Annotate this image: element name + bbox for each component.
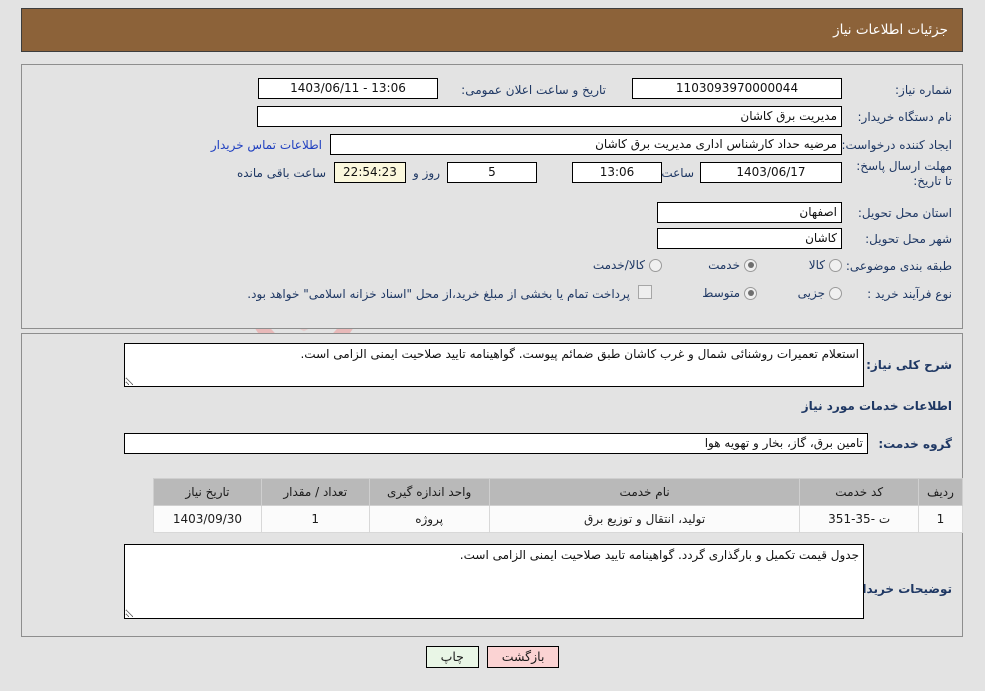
purchase-type-option-jozii[interactable]: جزیی [798, 284, 842, 302]
th-service-code: کد خدمت [799, 478, 919, 506]
need-number-label: شماره نیاز: [895, 83, 952, 97]
th-need-date: تاریخ نیاز [153, 478, 262, 506]
general-description-label: شرح کلی نیاز: [866, 358, 952, 372]
purchase-type-option-motavaset[interactable]: متوسط [702, 284, 757, 302]
th-row: ردیف [917, 478, 964, 506]
province-value: اصفهان [657, 202, 842, 223]
deadline-hour-label: ساعت [661, 166, 694, 180]
deadline-label: مهلت ارسال پاسخ: تا تاریخ: [856, 159, 952, 188]
radio-kala-icon[interactable] [829, 258, 842, 272]
purchase-type-option-motavaset-label: متوسط [702, 286, 740, 300]
radio-motavaset-icon[interactable] [744, 286, 757, 300]
deadline-days-value: 5 [447, 162, 537, 183]
th-unit: واحد اندازه گیری [368, 478, 490, 506]
province-label: استان محل تحویل: [857, 206, 952, 220]
need-summary-panel: شماره نیاز: 1103093970000044 تاریخ و ساع… [21, 64, 963, 329]
requester-value: مرضیه حداد کارشناس اداری مدیریت برق کاشا… [330, 134, 842, 155]
th-quantity: تعداد / مقدار [260, 478, 370, 506]
treasury-docs-note: پرداخت تمام یا بخشی از مبلغ خرید،از محل … [247, 287, 630, 301]
general-description-textarea[interactable] [124, 343, 864, 387]
purchase-type-option-jozii-label: جزیی [797, 286, 825, 300]
cell-service-name: تولید، انتقال و توزیع برق [488, 505, 801, 533]
buyer-notes-textarea[interactable] [124, 544, 864, 619]
category-option-kala-khedmat-label: کالا/خدمت [592, 258, 645, 272]
radio-kala-khedmat-icon[interactable] [649, 258, 662, 272]
announce-datetime-value: 13:06 - 1403/06/11 [258, 78, 438, 99]
service-group-label: گروه خدمت: [878, 437, 952, 451]
category-option-kala-label: کالا [808, 258, 825, 272]
th-service-name: نام خدمت [488, 478, 801, 506]
deadline-days-label: روز و [413, 166, 440, 180]
print-button[interactable]: چاپ [425, 646, 479, 668]
page-title: جزئیات اطلاعات نیاز [833, 22, 948, 38]
page-header-bar: جزئیات اطلاعات نیاز [21, 8, 963, 52]
cell-service-code: ت -35-351 [799, 505, 919, 533]
buyer-contact-link[interactable]: اطلاعات تماس خریدار [211, 138, 322, 152]
category-option-khedmat[interactable]: خدمت [708, 256, 757, 274]
cell-need-date: 1403/09/30 [153, 505, 262, 533]
treasury-docs-checkbox[interactable] [638, 285, 652, 299]
table-row: 1 ت -35-351 تولید، انتقال و توزیع برق پر… [153, 505, 964, 533]
need-number-value: 1103093970000044 [632, 78, 842, 99]
buyer-org-label: نام دستگاه خریدار: [857, 110, 953, 124]
cell-quantity: 1 [260, 505, 370, 533]
deadline-date-value: 1403/06/17 [700, 162, 842, 183]
deadline-time-value: 13:06 [572, 162, 662, 183]
deadline-remaining-value: 22:54:23 [334, 162, 406, 183]
category-label: طبقه بندی موضوعی: [845, 259, 952, 273]
category-option-kala-khedmat[interactable]: کالا/خدمت [593, 256, 662, 274]
buyer-notes-label: توضیحات خریدار: [850, 582, 952, 596]
back-button[interactable]: بازگشت [486, 646, 560, 668]
table-header-row: ردیف کد خدمت نام خدمت واحد اندازه گیری ت… [153, 478, 964, 506]
services-table: ردیف کد خدمت نام خدمت واحد اندازه گیری ت… [153, 478, 964, 533]
radio-jozii-icon[interactable] [829, 286, 842, 300]
deadline-remaining-label: ساعت باقی مانده [236, 166, 326, 180]
services-info-heading: اطلاعات خدمات مورد نیاز [801, 399, 952, 413]
category-option-khedmat-label: خدمت [708, 258, 740, 272]
service-group-value: تامین برق، گاز، بخار و تهویه هوا [124, 433, 868, 454]
requester-label: ایجاد کننده درخواست: [841, 138, 952, 152]
announce-datetime-label: تاریخ و ساعت اعلان عمومی: [461, 83, 606, 97]
category-option-kala[interactable]: کالا [809, 256, 842, 274]
footer-button-row: بازگشت چاپ [0, 646, 985, 672]
purchase-type-label: نوع فرآیند خرید : [867, 287, 952, 301]
buyer-org-value: مدیریت برق کاشان [257, 106, 842, 127]
cell-row: 1 [917, 505, 964, 533]
city-label: شهر محل تحویل: [865, 232, 952, 246]
radio-khedmat-icon[interactable] [744, 258, 757, 272]
cell-unit: پروژه [368, 505, 490, 533]
city-value: کاشان [657, 228, 842, 249]
